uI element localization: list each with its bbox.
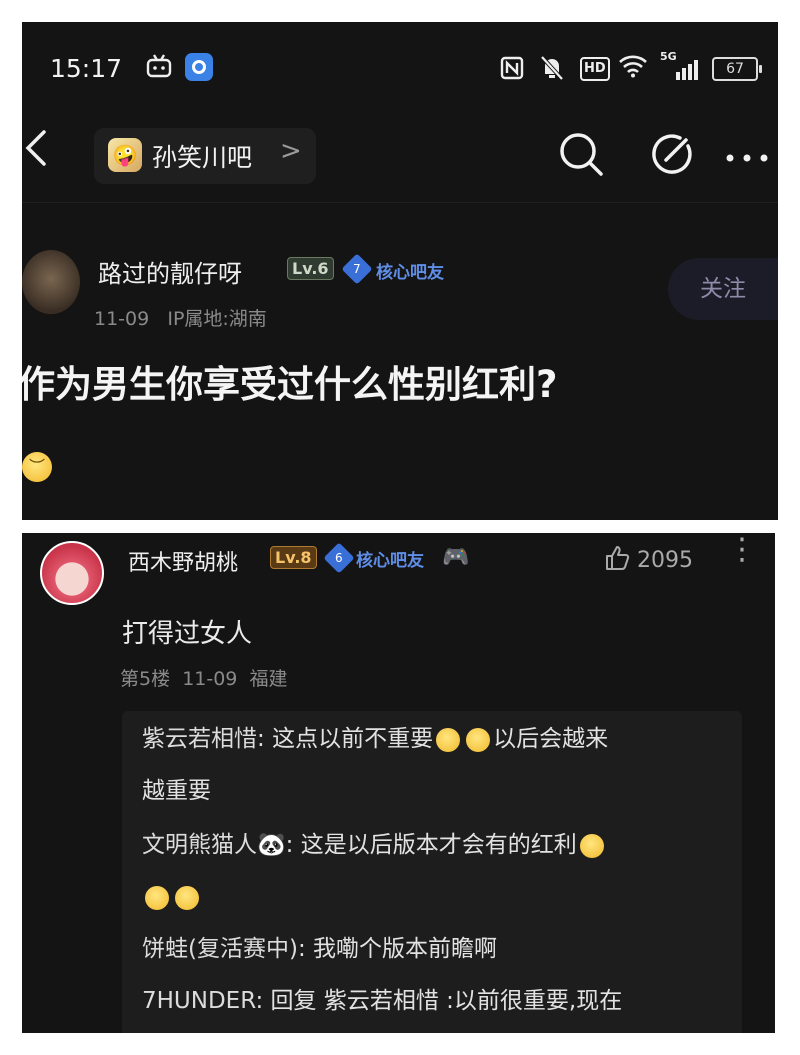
author-name[interactable]: 路过的靓仔呀 — [98, 254, 242, 289]
mute-bell-icon — [540, 55, 564, 85]
reply-text: 我嘞个版本前瞻啊 — [313, 936, 498, 962]
reply-author[interactable]: 文明熊猫人🐼 — [142, 832, 286, 858]
reply-separator: : — [257, 726, 265, 752]
commenter-avatar[interactable] — [40, 541, 104, 605]
signal-bars-icon — [662, 60, 700, 84]
floor-number: 第5楼 — [120, 668, 171, 690]
reply-text: 这点以前不重要 — [272, 726, 434, 752]
comment-more-icon[interactable]: ⋮ — [727, 535, 757, 565]
forum-name[interactable]: 孙笑川吧 — [152, 138, 252, 174]
core-member-gem-icon: 7 — [341, 253, 373, 285]
battery-indicator: 67 — [712, 57, 762, 81]
forum-avatar: 🤪 — [108, 138, 142, 172]
post-panel: 15:17 HD 5G 67 🤪 孙笑川吧 > 路过的靓仔呀 Lv.6 7 核心… — [22, 22, 778, 520]
gamepad-icon: 🎮 — [442, 545, 470, 570]
emoji-icon — [466, 727, 491, 752]
follow-button[interactable]: 关注 — [668, 258, 778, 320]
post-ip-location: IP属地:湖南 — [167, 308, 267, 330]
reply-author[interactable]: 紫云若相惜 — [142, 726, 257, 752]
commenter-core-label: 核心吧友 — [356, 551, 424, 571]
post-title: 作为男生你享受过什么性别红利? — [22, 363, 558, 406]
emoji-icon — [145, 885, 169, 910]
post-meta: 11-09 IP属地:湖南 — [94, 304, 267, 331]
reply-separator: : — [285, 832, 294, 858]
reply-text-cont: 以后会越来 — [493, 726, 609, 752]
core-member-label: 核心吧友 — [376, 263, 444, 283]
replies-box[interactable]: 紫云若相惜: 这点以前不重要 以后会越来 越重要 文明熊猫人🐼: 这是以后版本才会… — [122, 711, 742, 1033]
back-arrow-icon[interactable] — [24, 128, 48, 176]
bilibili-icon — [146, 54, 172, 83]
reply-item[interactable]: 7HUNDER: 回复 紫云若相惜 :以前很重要,现在 — [142, 975, 727, 1027]
nav-divider — [22, 202, 778, 203]
emoji-icon — [175, 885, 199, 910]
reply-item[interactable]: 饼蛙(复活赛中): 我嘞个版本前瞻啊 — [142, 923, 727, 975]
status-time: 15:17 — [50, 54, 123, 83]
emoji-icon — [579, 833, 604, 858]
emoji-icon — [436, 727, 461, 752]
reply-item[interactable]: 紫云若相惜: 这点以前不重要 以后会越来 越重要 — [142, 713, 727, 817]
reply-item[interactable]: 文明熊猫人🐼: 这是以后版本才会有的红利 — [142, 819, 727, 923]
reply-separator: : — [255, 988, 264, 1014]
commenter-gem-icon: 6 — [323, 542, 355, 574]
post-date: 11-09 — [94, 308, 150, 330]
forum-chevron-icon: > — [280, 136, 302, 166]
comment-body: 打得过女人 — [122, 619, 253, 649]
comment-meta: 第5楼 11-09 福建 — [120, 664, 288, 691]
commenter-name[interactable]: 西木野胡桃 — [128, 545, 238, 577]
like-count: 2095 — [637, 548, 693, 573]
comment-location: 福建 — [249, 668, 288, 690]
wifi-icon — [618, 54, 648, 82]
app-notification-icon — [185, 53, 213, 81]
reply-separator: : — [297, 936, 306, 962]
level-badge: Lv.6 — [287, 257, 334, 280]
reply-text: 这是以后版本才会有的红利 — [300, 832, 577, 858]
hd-icon: HD — [580, 57, 610, 81]
commenter-level-badge: Lv.8 — [270, 546, 317, 569]
reply-text-line2: 越重要 — [142, 778, 211, 804]
reply-author[interactable]: 7HUNDER — [142, 988, 255, 1014]
smile-emoji-icon: ︶ — [22, 452, 52, 482]
reply-author[interactable]: 饼蛙(复活赛中) — [142, 936, 298, 962]
gem-number: 7 — [353, 261, 361, 276]
like-button[interactable]: 2095 — [604, 545, 693, 573]
comment-panel: 西木野胡桃 Lv.8 6 核心吧友 🎮 2095 ⋮ 打得过女人 第5楼 11-… — [22, 533, 775, 1033]
edit-compose-icon[interactable] — [650, 132, 694, 180]
author-avatar[interactable] — [22, 250, 80, 314]
more-options-icon[interactable] — [725, 148, 769, 167]
search-icon[interactable] — [557, 130, 605, 182]
commenter-gem-number: 6 — [335, 550, 343, 565]
nfc-icon — [500, 56, 524, 84]
comment-date: 11-09 — [182, 668, 238, 690]
reply-text: 回复 紫云若相惜 :以前很重要,现在 — [270, 988, 623, 1014]
